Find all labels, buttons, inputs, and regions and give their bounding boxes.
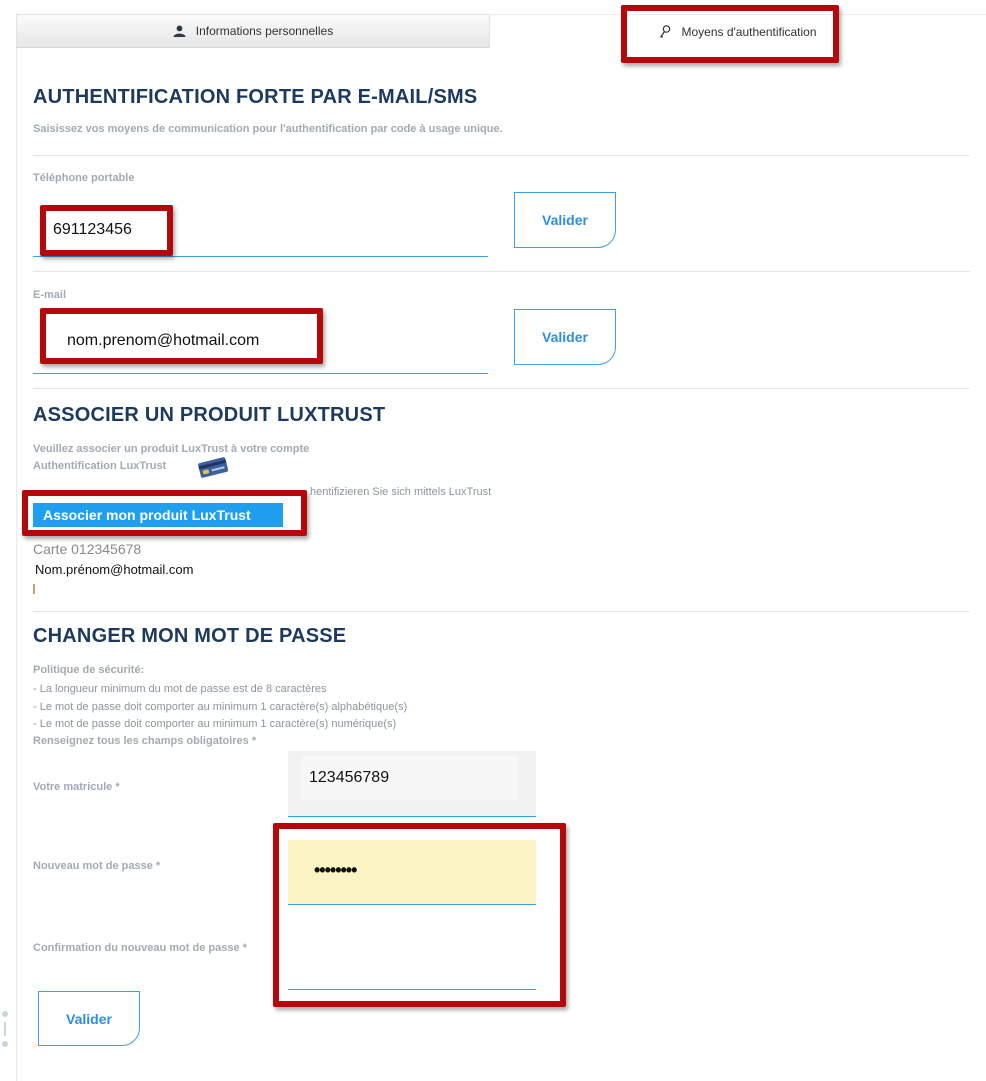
phone-label: Téléphone portable xyxy=(33,172,135,184)
new-password-input[interactable]: •••••••• xyxy=(288,840,536,904)
truncated-text-fragment xyxy=(33,584,35,594)
luxtrust-auth-label: Authentification LuxTrust xyxy=(33,460,167,472)
divider xyxy=(33,388,970,389)
tab-auth-methods[interactable]: Moyens d'authentification xyxy=(490,14,986,48)
email-label: E-mail xyxy=(33,289,67,301)
panel-border xyxy=(16,48,18,1081)
confirm-password-underline xyxy=(288,989,536,990)
policy-rule-alpha: - Le mot de passe doit comporter au mini… xyxy=(33,701,408,713)
key-icon xyxy=(659,24,671,39)
required-fields-note: Renseignez tous les champs obligatoires … xyxy=(33,735,257,747)
divider xyxy=(33,155,970,156)
luxtrust-section-title: ASSOCIER UN PRODUIT LUXTRUST xyxy=(33,404,386,426)
matricule-value: 123456789 xyxy=(309,769,390,786)
matricule-input: 123456789 xyxy=(288,751,536,816)
new-password-label: Nouveau mot de passe * xyxy=(33,860,161,872)
confirm-password-input[interactable] xyxy=(288,925,536,989)
luxtrust-instruction: Veuillez associer un produit LuxTrust à … xyxy=(33,443,310,455)
luxtrust-card-number: Carte 012345678 xyxy=(33,541,142,557)
associate-luxtrust-button[interactable]: Associer mon produit LuxTrust xyxy=(33,503,283,527)
confirm-password-label: Confirmation du nouveau mot de passe * xyxy=(33,942,247,954)
luxtrust-card-icon xyxy=(193,456,233,483)
user-icon xyxy=(173,25,186,37)
tab-bar: Informations personnelles Moyens d'authe… xyxy=(16,14,986,48)
policy-rule-length: - La longueur minimum du mot de passe es… xyxy=(33,683,327,695)
auth-section-title: AUTHENTIFICATION FORTE PAR E-MAIL/SMS xyxy=(33,86,478,108)
policy-rule-numeric: - Le mot de passe doit comporter au mini… xyxy=(33,718,397,730)
phone-value: 691123456 xyxy=(53,221,132,238)
luxtrust-email: Nom.prénom@hotmail.com xyxy=(35,562,194,577)
email-underline xyxy=(33,373,488,374)
phone-input[interactable]: 691123456 xyxy=(33,212,488,257)
email-value: nom.prenom@hotmail.com xyxy=(67,332,260,349)
matricule-underline xyxy=(288,816,536,817)
new-password-value: •••••••• xyxy=(314,860,357,880)
matricule-label: Votre matricule * xyxy=(33,781,120,793)
security-policy-title: Politique de sécurité: xyxy=(33,664,145,676)
auth-section-subtitle: Saisissez vos moyens de communication po… xyxy=(33,123,503,135)
password-section-title: CHANGER MON MOT DE PASSE xyxy=(33,625,347,647)
tab-personal-info-label: Informations personnelles xyxy=(195,24,334,38)
password-validate-button[interactable]: Valider xyxy=(38,991,140,1046)
tab-personal-info[interactable]: Informations personnelles xyxy=(16,14,490,48)
phone-underline xyxy=(33,256,488,257)
luxtrust-portal-text: hentifizieren Sie sich mittels LuxTrust xyxy=(310,486,492,498)
tab-auth-methods-label: Moyens d'authentification xyxy=(681,24,817,39)
scroll-indicator xyxy=(0,1010,14,1050)
email-validate-button[interactable]: Valider xyxy=(514,309,616,365)
email-input[interactable]: nom.prenom@hotmail.com xyxy=(33,314,488,372)
new-password-underline xyxy=(288,904,536,905)
divider xyxy=(33,271,970,272)
phone-validate-button[interactable]: Valider xyxy=(514,192,616,248)
divider xyxy=(33,611,970,612)
